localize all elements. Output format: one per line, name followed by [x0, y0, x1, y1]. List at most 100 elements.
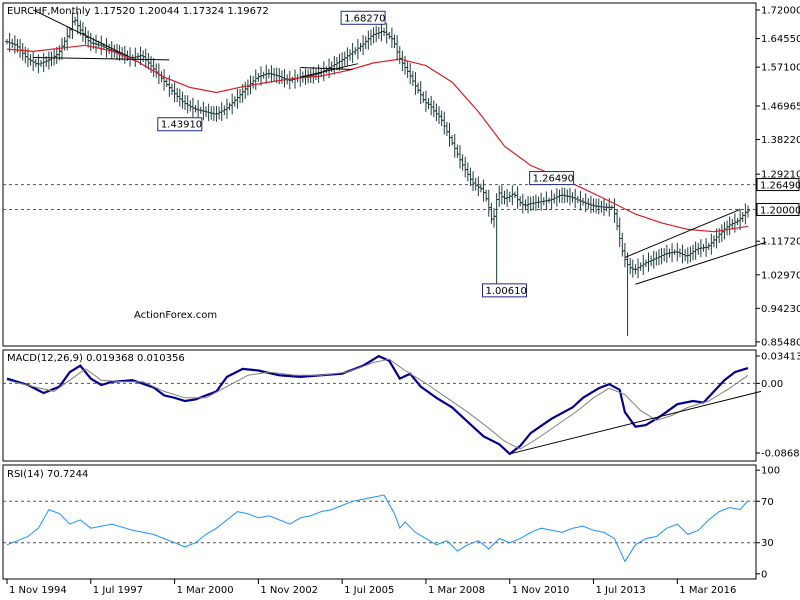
annotation-text: 1.00610 — [485, 286, 526, 297]
ohlc-bar — [552, 193, 557, 204]
ohlc-bar — [554, 188, 559, 207]
ohlc-bar — [434, 103, 439, 122]
ohlc-bar — [180, 91, 185, 109]
y-tick-label: 1.64550 — [761, 34, 800, 45]
ohlc-bar — [696, 243, 701, 255]
ohlc-bar — [243, 81, 248, 99]
panel-frame-2 — [2, 464, 757, 580]
ohlc-bar — [630, 259, 635, 278]
ohlc-bar — [617, 217, 622, 248]
ohlc-bar — [397, 46, 402, 65]
price-axis-label: 1.20000 — [760, 205, 800, 216]
y-tick-label: -0.086849 — [761, 449, 800, 460]
ohlc-bar — [452, 133, 457, 158]
ohlc-bar — [455, 144, 460, 158]
ohlc-bar — [49, 51, 54, 67]
rsi-panel: 100 70 30 0 RSI(14) 70.7244 — [3, 466, 780, 580]
ohlc-bar — [510, 185, 515, 206]
ohlc-bar — [507, 191, 512, 203]
ohlc-bar — [499, 185, 504, 205]
ohlc-bar — [62, 36, 67, 51]
ohlc-bar — [444, 121, 449, 137]
panel-frame-0 — [2, 2, 757, 347]
ohlc-bar — [279, 70, 284, 84]
ohlc-bar — [348, 49, 353, 61]
ohlc-bar — [177, 88, 182, 107]
ohlc-bar — [620, 232, 625, 257]
ohlc-bar — [332, 55, 337, 75]
ohlc-bar — [183, 95, 188, 111]
ohlc-bar — [518, 196, 523, 207]
panel-frame-1 — [2, 349, 757, 462]
ohlc-bar — [188, 100, 193, 112]
price-panel: 1.720001.645501.571001.469651.382201.292… — [3, 5, 800, 348]
x-tick-label: 1 Mar 2016 — [679, 585, 736, 596]
rsi-title: RSI(14) 70.7244 — [7, 469, 88, 480]
annotation-text: 1.43910 — [161, 120, 202, 131]
ohlc-bar — [368, 29, 373, 46]
ohlc-bar — [33, 58, 38, 68]
ohlc-bar — [342, 51, 347, 66]
price-axis-label: 1.26490 — [760, 181, 800, 192]
ohlc-bar — [405, 61, 410, 78]
y-tick-label: 100 — [761, 466, 780, 477]
y-tick-label: 0.94230 — [761, 304, 800, 315]
x-tick-label: 1 Nov 2010 — [512, 585, 570, 596]
ohlc-bar — [88, 32, 93, 52]
ohlc-bar — [402, 56, 407, 75]
macd-title: MACD(12,26,9) 0.019368 0.010356 — [7, 353, 185, 364]
ohlc-bar — [193, 105, 198, 113]
ohlc-bar — [732, 213, 737, 233]
ohlc-bar — [457, 145, 462, 169]
y-tick-label: 70 — [761, 497, 774, 508]
ohlc-bar — [151, 58, 156, 77]
rsi-line — [6, 494, 749, 563]
ohlc-bar — [688, 246, 693, 263]
annotation-label: 1.68270 — [340, 10, 386, 25]
ohlc-bar — [442, 111, 447, 135]
ohlc-bar — [654, 251, 659, 266]
ohlc-bar — [52, 48, 57, 66]
x-tick-label: 1 Mar 2008 — [428, 585, 485, 596]
ohlc-bar — [636, 258, 641, 279]
ohlc-bar — [324, 66, 329, 74]
ohlc-bar — [162, 69, 167, 91]
ohlc-bar — [573, 188, 578, 208]
chart-canvas: 1.720001.645501.571001.469651.382201.292… — [2, 2, 800, 596]
watermark: ActionForex.com — [134, 310, 217, 321]
x-tick-label: 1 Mar 2000 — [177, 585, 234, 596]
ohlc-bar — [253, 69, 258, 90]
ohlc-bar — [400, 50, 405, 71]
ohlc-bar — [719, 224, 724, 242]
ohlc-bar — [172, 82, 177, 103]
ohlc-bar — [222, 105, 227, 116]
ohlc-bar — [439, 110, 444, 127]
ohlc-bar — [363, 36, 368, 50]
ohlc-bar — [154, 63, 159, 78]
ohlc-bar — [141, 50, 146, 62]
ohlc-bar — [366, 30, 371, 50]
x-tick-label: 1 Jul 2005 — [344, 585, 394, 596]
ohlc-bar — [416, 82, 421, 94]
ohlc-bar — [423, 90, 428, 112]
ohlc-bar — [437, 106, 442, 124]
ohlc-bar — [28, 54, 33, 66]
ohlc-bar — [107, 43, 112, 55]
ohlc-bar — [638, 262, 643, 271]
ohlc-bar — [740, 211, 745, 223]
ohlc-bar — [20, 43, 25, 61]
y-tick-label: 30 — [761, 538, 774, 549]
ohlc-bar — [395, 35, 400, 61]
ohlc-bar — [353, 47, 358, 55]
ohlc-bar — [251, 75, 256, 89]
y-tick-label: 1.72000 — [761, 5, 800, 16]
ohlc-bar — [515, 186, 520, 209]
y-tick-label: 1.46965 — [761, 102, 800, 113]
ohlc-bar — [23, 46, 28, 64]
ohlc-bar — [581, 197, 586, 206]
ohlc-bar — [575, 195, 580, 204]
ohlc-bar — [557, 189, 562, 203]
price-title: EURCHF,Monthly 1.17520 1.20044 1.17324 1… — [7, 6, 269, 17]
annotation-label: 1.26490 — [529, 171, 575, 186]
ohlc-bar — [460, 154, 465, 171]
